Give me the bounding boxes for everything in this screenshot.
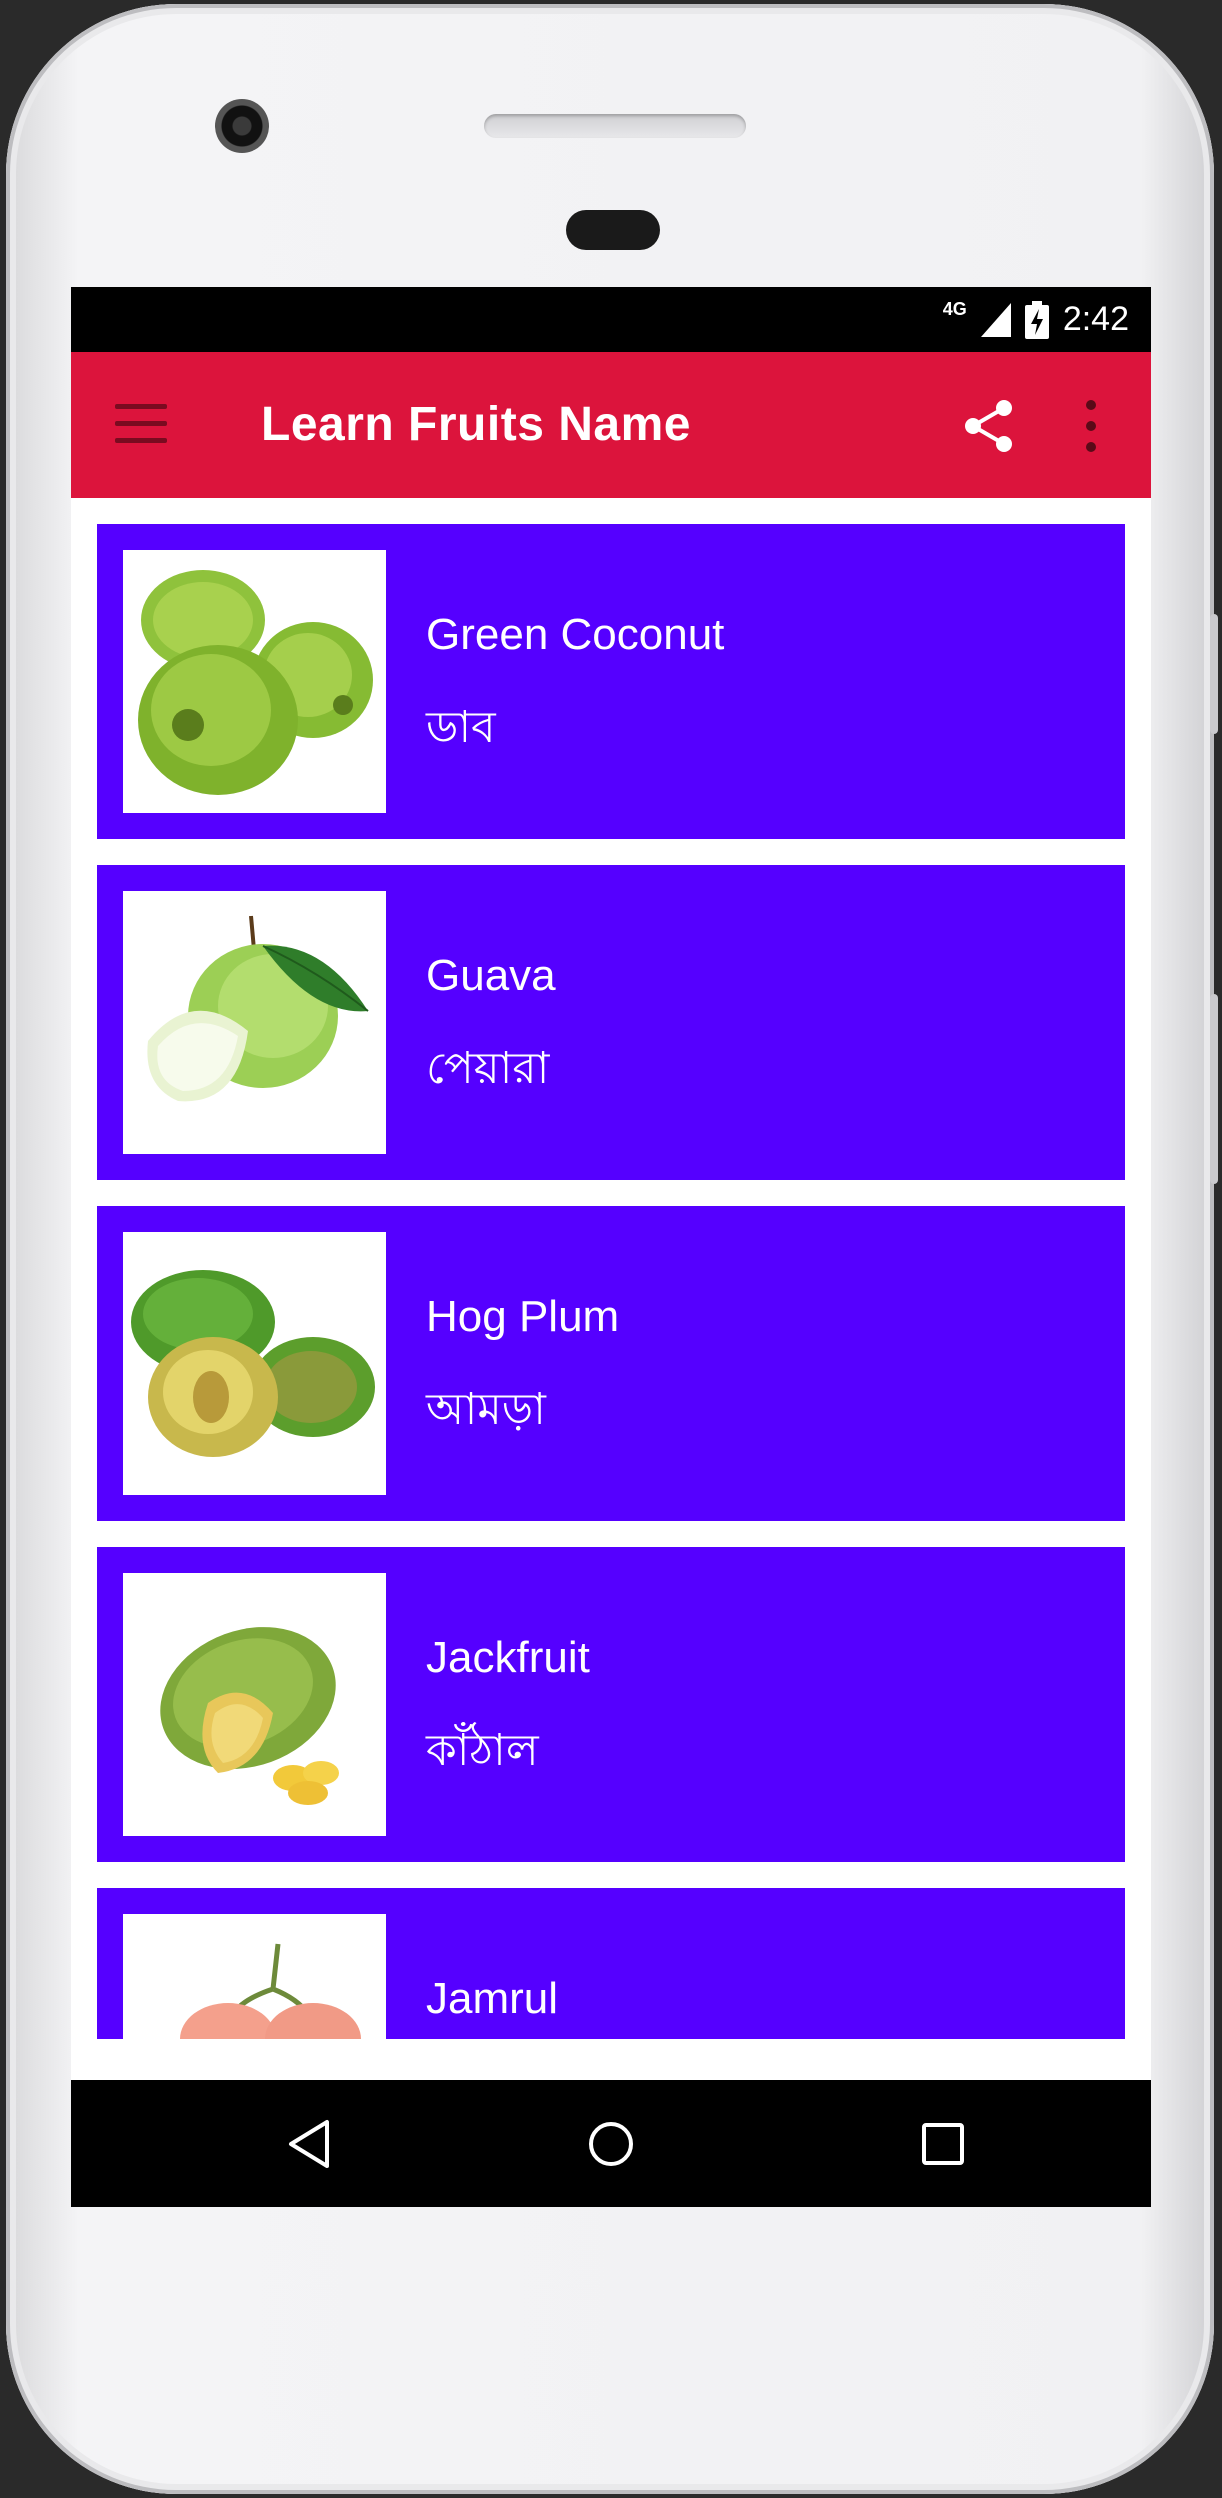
- list-item[interactable]: Hog Plum আমড়া: [97, 1206, 1125, 1521]
- status-bar: 4G 2:42: [71, 287, 1151, 352]
- fruit-english-name: Jackfruit: [426, 1633, 590, 1682]
- more-vert-icon[interactable]: [1081, 400, 1101, 452]
- network-type-label: 4G: [942, 299, 967, 319]
- app-bar: Learn Fruits Name: [71, 352, 1151, 498]
- power-button: [1210, 994, 1218, 1184]
- status-time: 2:42: [1062, 300, 1129, 338]
- menu-icon[interactable]: [115, 404, 167, 444]
- app-title: Learn Fruits Name: [261, 398, 691, 451]
- jackfruit-image: [123, 1573, 386, 1836]
- jamrul-image: [123, 1914, 386, 2039]
- screen: 4G 2:42 Learn Fruits Name Green Coconut …: [71, 287, 1151, 2207]
- guava-image: [123, 891, 386, 1154]
- signal-icon: [980, 302, 1011, 337]
- fruit-english-name: Guava: [426, 951, 556, 1000]
- fruit-bengali-name: কাঁঠাল: [426, 1725, 539, 1776]
- fruit-english-name: Hog Plum: [426, 1292, 620, 1341]
- list-item[interactable]: Green Coconut ডাব: [97, 524, 1125, 839]
- green-coconut-image: [123, 550, 386, 813]
- fruit-list[interactable]: Green Coconut ডাব Guava পেয়ারা Hog Plum…: [71, 498, 1151, 2039]
- fruit-bengali-name: ডাব: [426, 702, 496, 753]
- hog-plum-image: [123, 1232, 386, 1495]
- fruit-english-name: Green Coconut: [426, 610, 725, 659]
- back-icon[interactable]: [279, 2112, 343, 2176]
- volume-button: [1210, 614, 1218, 734]
- list-item[interactable]: Guava পেয়ারা: [97, 865, 1125, 1180]
- battery-charging-icon: [1024, 300, 1049, 339]
- fruit-english-name: Jamrul: [426, 1974, 559, 2023]
- list-item[interactable]: Jamrul: [97, 1888, 1125, 2039]
- share-icon[interactable]: [959, 396, 1019, 456]
- earpiece-speaker: [484, 114, 746, 138]
- list-item[interactable]: Jackfruit কাঁঠাল: [97, 1547, 1125, 1862]
- home-icon[interactable]: [579, 2112, 643, 2176]
- phone-frame: 4G 2:42 Learn Fruits Name Green Coconut …: [6, 4, 1218, 2494]
- fruit-bengali-name: পেয়ারা: [426, 1043, 550, 1094]
- front-camera: [215, 99, 269, 153]
- fruit-bengali-name: আমড়া: [426, 1384, 546, 1435]
- navigation-bar: [71, 2080, 1151, 2207]
- recents-icon[interactable]: [911, 2112, 975, 2176]
- proximity-sensor: [566, 210, 660, 250]
